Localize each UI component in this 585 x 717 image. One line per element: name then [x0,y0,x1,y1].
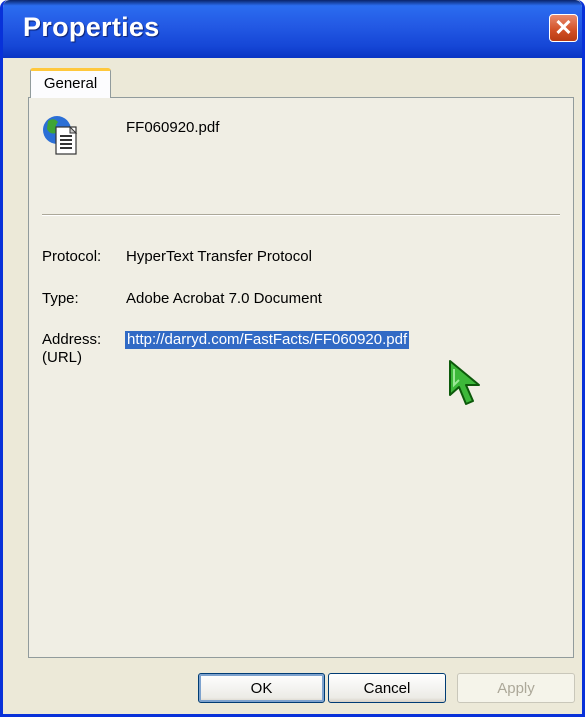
protocol-value: HyperText Transfer Protocol [126,248,312,265]
tab-general[interactable]: General [30,68,111,98]
address-url-value[interactable]: http://darryd.com/FastFacts/FF060920.pdf [125,331,410,349]
title-bar[interactable]: Properties ✕ [3,0,582,58]
close-icon: ✕ [554,15,573,40]
internet-document-icon [43,116,78,155]
address-url-label: (URL) [42,349,82,366]
mouse-cursor-icon [449,360,480,405]
apply-button[interactable]: Apply [457,673,575,703]
cancel-button[interactable]: Cancel [328,673,446,703]
general-tab-panel: FF060920.pdf Protocol: HyperText Transfe… [28,97,574,658]
separator [42,214,560,216]
type-label: Type: [42,290,79,307]
tab-general-label: General [43,75,98,92]
file-name: FF060920.pdf [126,119,220,136]
properties-dialog: Properties ✕ General FF060920.pdf Protoc… [0,0,585,717]
protocol-label: Protocol: [42,248,102,265]
ok-button[interactable]: OK [198,673,325,703]
close-button[interactable]: ✕ [549,14,578,42]
address-label: Address: [42,331,102,348]
type-value: Adobe Acrobat 7.0 Document [126,290,322,307]
window-title: Properties [23,12,160,42]
